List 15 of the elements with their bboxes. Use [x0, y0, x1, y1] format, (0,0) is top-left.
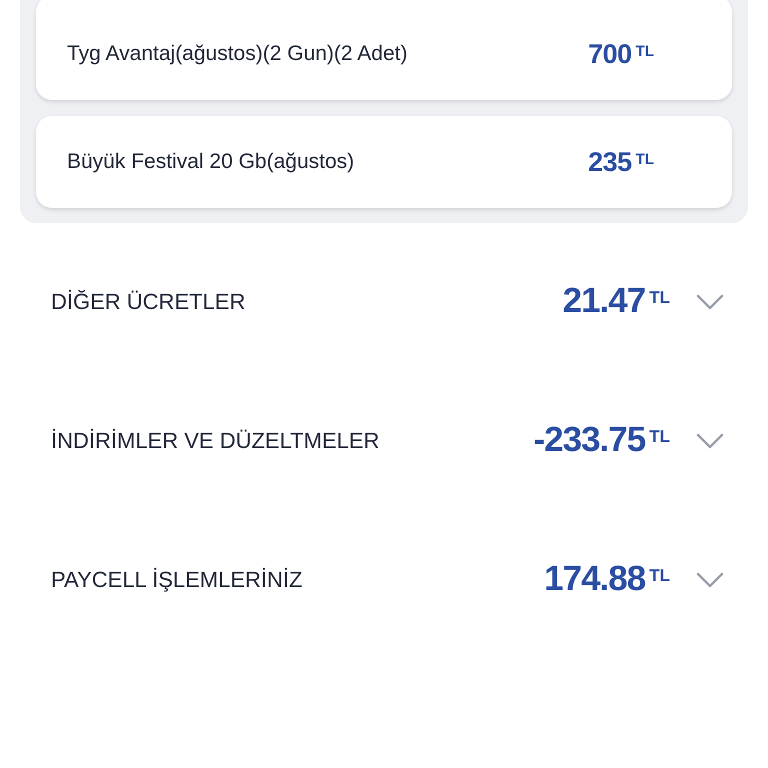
- section-title: PAYCELL İŞLEMLERİNİZ: [51, 566, 304, 594]
- currency-label: TL: [649, 564, 670, 587]
- currency-label: TL: [649, 286, 670, 309]
- currency-label: TL: [636, 42, 654, 62]
- section-title: İNDİRİMLER VE DÜZELTMELER: [51, 427, 380, 455]
- package-amount: 700: [588, 38, 632, 71]
- section-amount: -233.75: [534, 419, 646, 462]
- section-title: DİĞER ÜCRETLER: [51, 288, 246, 316]
- currency-label: TL: [636, 150, 654, 170]
- package-name: Tyg Avantaj(ağustos)(2 Gun)(2 Adet): [67, 41, 408, 68]
- currency-label: TL: [649, 426, 670, 448]
- section-amount: 174.88: [544, 558, 646, 600]
- package-amount: 235: [588, 146, 632, 179]
- section-amount: 21.47: [562, 280, 646, 322]
- package-name: Büyük Festival 20 Gb(ağustos): [67, 149, 356, 176]
